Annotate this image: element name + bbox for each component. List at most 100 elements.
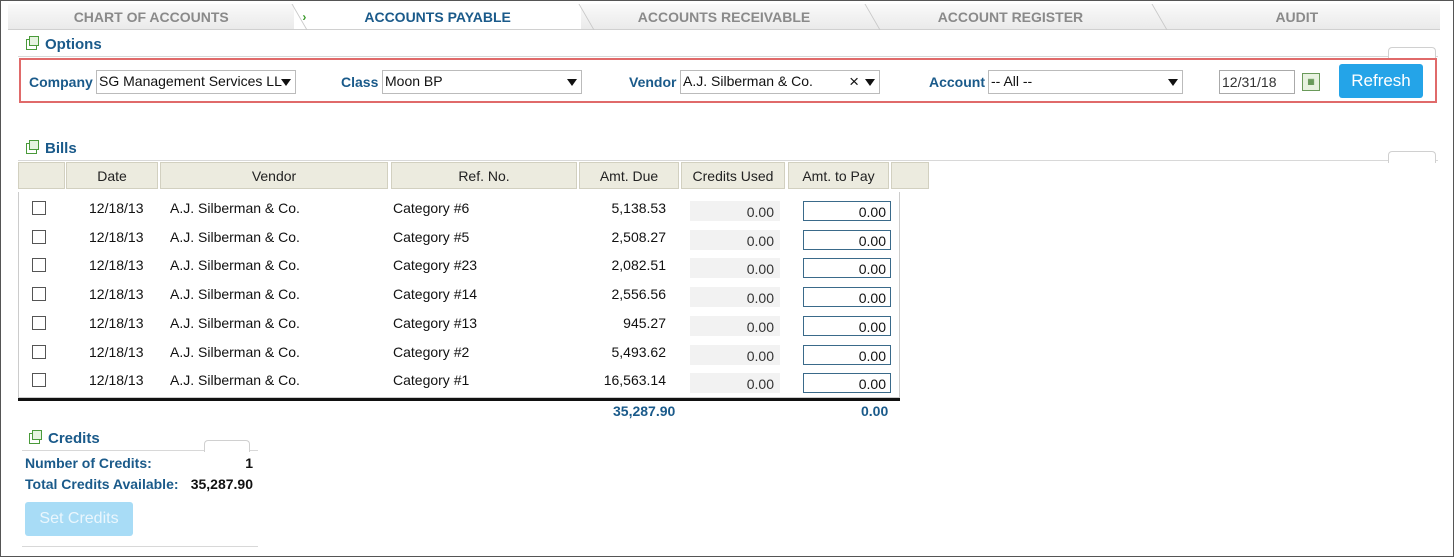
bill-amt-due: 945.27 — [623, 314, 666, 331]
column-header-credits-used[interactable]: Credits Used — [681, 162, 785, 189]
date-value: 12/31/18 — [1222, 74, 1277, 90]
credits-title: Credits — [48, 430, 100, 447]
collapse-icon[interactable] — [26, 140, 39, 154]
tab-accounts-receivable[interactable]: ACCOUNTS RECEIVABLE — [580, 4, 868, 30]
company-value: SG Management Services LL — [99, 73, 282, 89]
class-label: Class — [341, 74, 379, 90]
panel-notch — [204, 440, 250, 452]
bills-title: Bills — [45, 140, 77, 157]
divider — [22, 546, 258, 547]
options-header[interactable]: Options — [26, 36, 102, 53]
date-input[interactable]: 12/31/18 — [1219, 70, 1295, 94]
bill-ref: Category #5 — [393, 228, 470, 245]
class-value: Moon BP — [385, 73, 443, 89]
table-row: 12/18/13 A.J. Silberman & Co. Category #2 5… — [18, 337, 900, 365]
bill-date: 12/18/13 — [89, 314, 144, 331]
company-select[interactable]: SG Management Services LL — [96, 70, 296, 94]
vendor-value: A.J. Silberman & Co. — [683, 73, 813, 89]
tab-label: AUDIT — [1275, 8, 1319, 25]
account-label: Account — [929, 74, 985, 90]
bill-amt-due: 5,138.53 — [611, 200, 667, 216]
bill-amt-due: 16,563.14 — [603, 372, 666, 389]
bill-date: 12/18/13 — [89, 200, 144, 216]
vendor-select[interactable]: A.J. Silberman & Co. × — [680, 70, 880, 94]
calendar-icon[interactable]: ▦ — [1302, 73, 1320, 91]
bill-vendor: A.J. Silberman & Co. — [170, 257, 300, 274]
row-checkbox[interactable] — [32, 344, 46, 359]
top-tabs: CHART OF ACCOUNTS › ACCOUNTS PAYABLE ACCO… — [8, 4, 1441, 30]
table-row: 12/18/13 A.J. Silberman & Co. Category #6 5… — [18, 193, 900, 221]
column-header-amt-due[interactable]: Amt. Due — [579, 162, 679, 189]
number-of-credits-label: Number of Credits: — [25, 455, 152, 471]
account-value: -- All -- — [991, 73, 1033, 89]
divider — [18, 160, 1438, 161]
number-of-credits-value: 1 — [245, 455, 253, 471]
row-checkbox[interactable] — [32, 315, 46, 330]
row-checkbox[interactable] — [32, 373, 46, 388]
row-checkbox[interactable] — [32, 229, 46, 244]
column-header-spacer — [891, 162, 929, 189]
bill-credits-used: 0.00 — [690, 201, 780, 221]
column-header-date[interactable]: Date — [66, 162, 158, 189]
bill-ref: Category #1 — [393, 372, 470, 389]
column-header-amt-to-pay[interactable]: Amt. to Pay — [788, 162, 889, 189]
bill-ref: Category #23 — [393, 257, 478, 274]
select-all-header — [18, 162, 65, 189]
amt-to-pay-input[interactable]: 0.00 — [803, 315, 891, 336]
bills-header[interactable]: Bills — [26, 140, 77, 157]
table-row: 12/18/13 A.J. Silberman & Co. Category #23… — [18, 250, 900, 279]
tab-chart-of-accounts[interactable]: CHART OF ACCOUNTS — [8, 4, 295, 30]
row-checkbox[interactable] — [32, 201, 46, 215]
bill-amt-due: 2,082.51 — [611, 257, 667, 274]
tab-accounts-payable[interactable]: › ACCOUNTS PAYABLE — [294, 4, 581, 30]
row-checkbox[interactable] — [32, 287, 46, 302]
class-select[interactable]: Moon BP — [382, 70, 582, 94]
column-header-vendor[interactable]: Vendor — [160, 162, 388, 189]
account-select[interactable]: -- All -- — [988, 70, 1183, 94]
row-checkbox[interactable] — [32, 258, 46, 273]
clear-icon[interactable]: × — [849, 72, 859, 92]
bill-date: 12/18/13 — [89, 286, 144, 303]
bill-date: 12/18/13 — [89, 372, 144, 389]
tab-account-register[interactable]: ACCOUNT REGISTER — [867, 4, 1154, 30]
bill-credits-used: 0.00 — [690, 373, 780, 394]
bill-credits-used: 0.00 — [690, 287, 780, 308]
column-header-ref[interactable]: Ref. No. — [391, 162, 577, 189]
refresh-button[interactable]: Refresh — [1339, 64, 1423, 98]
amt-to-pay-input[interactable]: 0.00 — [803, 287, 891, 308]
bill-amt-due: 2,556.56 — [611, 286, 667, 303]
bill-ref: Category #14 — [393, 286, 478, 303]
vendor-label: Vendor — [629, 74, 677, 90]
bill-credits-used: 0.00 — [690, 344, 780, 365]
amt-to-pay-input[interactable]: 0.00 — [803, 373, 891, 394]
collapse-icon[interactable] — [29, 430, 42, 444]
collapse-icon[interactable] — [26, 36, 39, 50]
total-amt-due: 35,287.90 — [613, 403, 676, 419]
bill-vendor: A.J. Silberman & Co. — [170, 228, 300, 245]
tab-label: CHART OF ACCOUNTS — [73, 8, 229, 25]
set-credits-button[interactable]: Set Credits — [25, 502, 133, 536]
table-row: 12/18/13 A.J. Silberman & Co. Category #5 2… — [18, 222, 900, 250]
tab-audit[interactable]: AUDIT — [1153, 4, 1441, 30]
amt-to-pay-input[interactable]: 0.00 — [803, 344, 891, 365]
amt-to-pay-input[interactable]: 0.00 — [803, 229, 891, 250]
tab-label: ACCOUNT REGISTER — [937, 8, 1084, 25]
bill-vendor: A.J. Silberman & Co. — [170, 314, 300, 331]
dropdown-arrow-icon — [567, 79, 577, 86]
total-amt-to-pay: 0.00 — [861, 403, 889, 419]
dropdown-arrow-icon — [281, 79, 291, 86]
bill-credits-used: 0.00 — [690, 229, 780, 250]
bill-ref: Category #2 — [393, 343, 470, 360]
table-row: 12/18/13 A.J. Silberman & Co. Category #14… — [18, 279, 900, 308]
total-credits-label: Total Credits Available: — [25, 476, 179, 492]
bill-credits-used: 0.00 — [690, 315, 780, 336]
amt-to-pay-input[interactable]: 0.00 — [803, 201, 891, 221]
options-title: Options — [45, 36, 102, 53]
bill-vendor: A.J. Silberman & Co. — [170, 286, 300, 303]
company-label: Company — [29, 74, 93, 90]
bill-vendor: A.J. Silberman & Co. — [170, 200, 300, 216]
panel-notch — [1388, 151, 1436, 163]
credits-header[interactable]: Credits — [29, 430, 100, 447]
amt-to-pay-input[interactable]: 0.00 — [803, 258, 891, 279]
total-credits-value: 35,287.90 — [190, 476, 253, 492]
